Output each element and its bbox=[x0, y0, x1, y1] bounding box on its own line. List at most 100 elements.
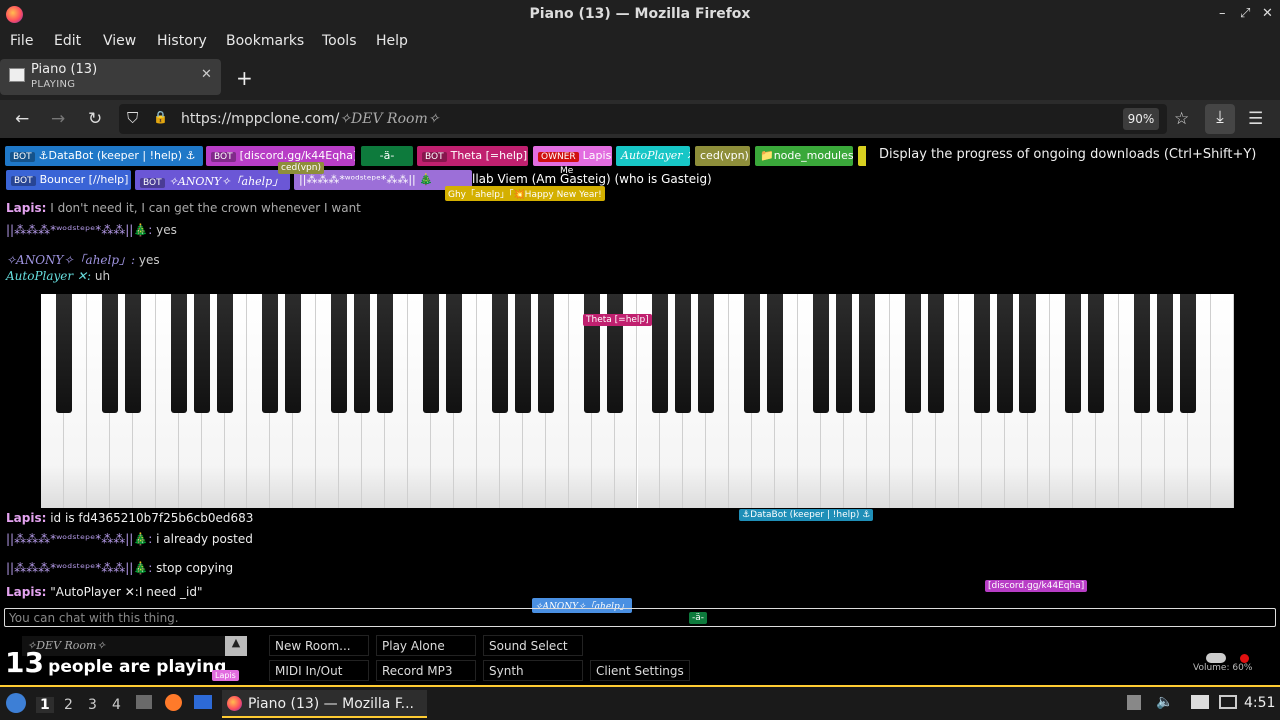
app-menu-icon[interactable]: ☰ bbox=[1248, 109, 1263, 129]
lock-icon[interactable]: 🔒 bbox=[153, 110, 168, 124]
speaker-icon[interactable]: 🔈 bbox=[1156, 694, 1173, 710]
bookmark-star-icon[interactable]: ☆ bbox=[1174, 109, 1189, 129]
black-key[interactable] bbox=[216, 294, 233, 413]
workspace-2[interactable]: 2 bbox=[64, 697, 73, 713]
tab-playing-label: PLAYING bbox=[31, 79, 76, 90]
menu-tools[interactable]: Tools bbox=[322, 33, 357, 49]
workspace-4[interactable]: 4 bbox=[112, 697, 121, 713]
notes-icon[interactable] bbox=[1191, 695, 1209, 709]
black-key[interactable] bbox=[1180, 294, 1197, 413]
client-settings-button[interactable]: Client Settings bbox=[590, 660, 690, 681]
forward-icon[interactable]: → bbox=[51, 109, 65, 129]
black-key[interactable] bbox=[1157, 294, 1174, 413]
chat-message: Lapis: "AutoPlayer ✕:I need _id" bbox=[6, 585, 203, 599]
player-chip-databot[interactable]: BOT ⚓DataBot (keeper | !help) ⚓ bbox=[5, 146, 203, 166]
clipboard-icon[interactable] bbox=[1127, 695, 1141, 710]
black-key[interactable] bbox=[744, 294, 761, 413]
clock: 4:51 bbox=[1244, 695, 1276, 711]
black-key[interactable] bbox=[698, 294, 715, 413]
record-mp3-button[interactable]: Record MP3 bbox=[376, 660, 476, 681]
white-key[interactable] bbox=[1211, 294, 1234, 508]
black-key[interactable] bbox=[652, 294, 669, 413]
black-key[interactable] bbox=[101, 294, 118, 413]
player-chip-ae[interactable]: -ä- bbox=[361, 146, 413, 166]
player-chip-anony[interactable]: BOT ✧ANONY✧「ahelp」 bbox=[135, 170, 290, 190]
black-key[interactable] bbox=[835, 294, 852, 413]
tab-title: Piano (13) bbox=[31, 62, 98, 77]
black-key[interactable] bbox=[55, 294, 72, 413]
black-key[interactable] bbox=[537, 294, 554, 413]
black-key[interactable] bbox=[606, 294, 623, 413]
volume-slider[interactable] bbox=[1206, 653, 1226, 663]
display-icon[interactable] bbox=[1219, 695, 1237, 709]
minimize-button[interactable]: – bbox=[1219, 6, 1226, 21]
zoom-level[interactable]: 90% bbox=[1123, 108, 1159, 130]
player-chip-autoplayer[interactable]: AutoPlayer ✕ bbox=[616, 146, 690, 166]
black-key[interactable] bbox=[377, 294, 394, 413]
download-icon[interactable]: ⤓ bbox=[1205, 104, 1235, 134]
black-key[interactable] bbox=[767, 294, 784, 413]
player-chip-ced[interactable]: ced(vpn) bbox=[695, 146, 750, 166]
player-chip-bouncer[interactable]: BOT Bouncer [//help] bbox=[6, 170, 131, 190]
tab-piano[interactable]: Piano (13) PLAYING ✕ bbox=[0, 59, 221, 95]
synth-button[interactable]: Synth bbox=[483, 660, 583, 681]
black-key[interactable] bbox=[1134, 294, 1151, 413]
black-key[interactable] bbox=[813, 294, 830, 413]
terminal-icon[interactable] bbox=[194, 695, 212, 709]
black-key[interactable] bbox=[675, 294, 692, 413]
window-titlebar: Piano (13) — Mozilla Firefox – ⤢ ✕ bbox=[0, 0, 1280, 29]
black-key[interactable] bbox=[170, 294, 187, 413]
chat-input[interactable]: You can chat with this thing. bbox=[4, 608, 1276, 627]
file-manager-icon[interactable] bbox=[136, 695, 152, 709]
menu-view[interactable]: View bbox=[103, 33, 136, 49]
taskbar-app-firefox[interactable]: Piano (13) — Mozilla F... bbox=[222, 690, 427, 718]
menu-edit[interactable]: Edit bbox=[54, 33, 81, 49]
caret-up-icon[interactable]: ▲ bbox=[225, 636, 247, 656]
player-chip-lapis[interactable]: OWNER Lapis bbox=[533, 146, 612, 166]
reload-icon[interactable]: ↻ bbox=[88, 109, 102, 129]
midi-button[interactable]: MIDI In/Out bbox=[269, 660, 369, 681]
start-menu-icon[interactable] bbox=[6, 693, 26, 713]
chat-message: Lapis: id is fd4365210b7f25b6cb0ed683 bbox=[6, 511, 254, 525]
tab-close-icon[interactable]: ✕ bbox=[201, 67, 212, 82]
black-key[interactable] bbox=[1019, 294, 1036, 413]
black-key[interactable] bbox=[354, 294, 371, 413]
black-key[interactable] bbox=[996, 294, 1013, 413]
black-key[interactable] bbox=[445, 294, 462, 413]
workspace-3[interactable]: 3 bbox=[88, 697, 97, 713]
new-tab-button[interactable]: + bbox=[236, 66, 253, 90]
shield-icon[interactable]: ⛉ bbox=[127, 109, 138, 127]
black-key[interactable] bbox=[858, 294, 875, 413]
menu-help[interactable]: Help bbox=[376, 33, 408, 49]
black-key[interactable] bbox=[904, 294, 921, 413]
url-bar[interactable]: ⛉ 🔒 https://mppclone.com/✧DEV Room✧ bbox=[119, 104, 1167, 134]
menu-bookmarks[interactable]: Bookmarks bbox=[226, 33, 304, 49]
firefox-launcher-icon[interactable] bbox=[165, 694, 182, 711]
black-key[interactable] bbox=[1088, 294, 1105, 413]
maximize-button[interactable]: ⤢ bbox=[1240, 6, 1250, 21]
workspace-1[interactable]: 1 bbox=[36, 697, 54, 713]
black-key[interactable] bbox=[583, 294, 600, 413]
black-key[interactable] bbox=[262, 294, 279, 413]
black-key[interactable] bbox=[422, 294, 440, 413]
black-key[interactable] bbox=[973, 294, 990, 413]
sound-select-button[interactable]: Sound Select bbox=[483, 635, 583, 656]
black-key[interactable] bbox=[285, 294, 302, 413]
menu-history[interactable]: History bbox=[157, 33, 207, 49]
player-chip-theta[interactable]: BOT Theta [=help] bbox=[417, 146, 528, 166]
black-key[interactable] bbox=[193, 294, 210, 413]
downloads-tooltip: Display the progress of ongoing download… bbox=[866, 140, 1280, 170]
piano-keyboard[interactable] bbox=[41, 294, 1234, 508]
black-key[interactable] bbox=[331, 294, 348, 413]
play-alone-button[interactable]: Play Alone bbox=[376, 635, 476, 656]
black-key[interactable] bbox=[124, 294, 141, 413]
black-key[interactable] bbox=[927, 294, 944, 413]
player-chip-node-modules[interactable]: 📁node_modules bbox=[755, 146, 853, 166]
black-key[interactable] bbox=[514, 294, 531, 413]
black-key[interactable] bbox=[491, 294, 508, 413]
back-icon[interactable]: ← bbox=[15, 109, 29, 129]
menu-file[interactable]: File bbox=[10, 33, 33, 49]
close-window-button[interactable]: ✕ bbox=[1262, 6, 1273, 21]
new-room-button[interactable]: New Room... bbox=[269, 635, 369, 656]
black-key[interactable] bbox=[1065, 294, 1082, 413]
